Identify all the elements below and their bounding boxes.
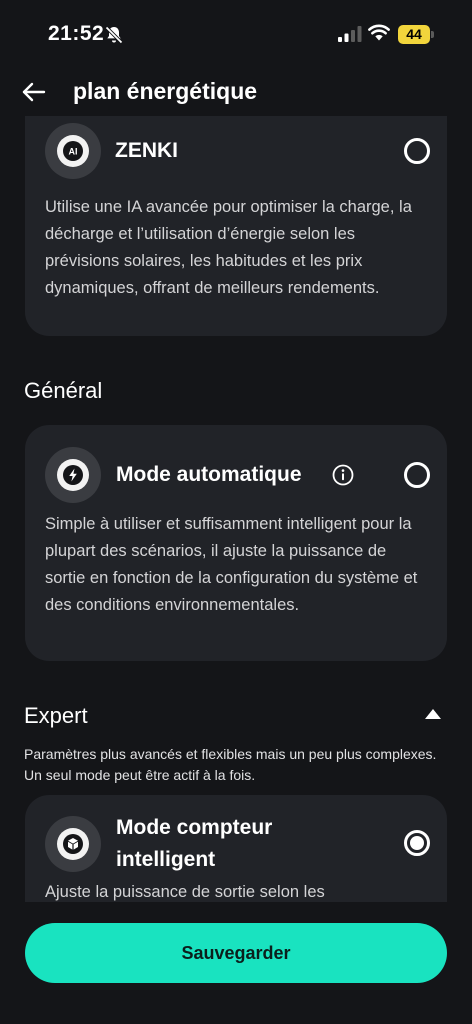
header: plan énergétique [0, 70, 472, 116]
plan-list[interactable]: AI ZENKI Utilise une IA avancée pour opt… [0, 116, 472, 902]
zenki-card[interactable]: AI ZENKI Utilise une IA avancée pour opt… [25, 116, 447, 336]
auto-mode-icon-badge [45, 447, 101, 503]
smart-meter-radio[interactable] [404, 830, 430, 856]
zenki-title: ZENKI [115, 139, 178, 162]
expert-section-title: Expert [24, 703, 88, 728]
battery-level: 44 [398, 25, 430, 44]
zenki-radio[interactable] [404, 138, 430, 164]
general-section-title: Général [24, 378, 103, 403]
back-arrow-icon[interactable] [20, 78, 48, 106]
smart-meter-title: Mode compteur intelligent [116, 816, 273, 871]
auto-mode-radio[interactable] [404, 462, 430, 488]
zenki-icon-badge: AI [45, 123, 101, 179]
smart-meter-card[interactable]: Mode compteur intelligent Ajuste la puis… [25, 795, 447, 902]
footer: Sauvegarder [0, 902, 472, 1024]
expert-description: Paramètres plus avancés et flexibles mai… [24, 746, 437, 783]
smart-meter-description: Ajuste la puissance de sortie selon les [45, 883, 325, 901]
auto-mode-title: Mode automatique [116, 463, 302, 486]
battery-tip [431, 31, 434, 38]
info-icon[interactable] [332, 464, 354, 486]
ai-icon-label: AI [69, 147, 78, 157]
lightning-icon [63, 465, 83, 485]
auto-mode-card[interactable]: Mode automatique Simple à utiliser et su… [25, 425, 447, 661]
auto-mode-description: Simple à utiliser et suffisamment intell… [45, 515, 418, 614]
wifi-icon [368, 24, 390, 41]
signal-icon [338, 26, 362, 42]
cube-icon [63, 834, 83, 854]
ai-chip-icon: AI [63, 141, 83, 161]
save-button[interactable]: Sauvegarder [25, 923, 447, 983]
smart-meter-icon-badge [45, 816, 101, 872]
bell-slash-icon [105, 26, 123, 44]
status-time: 21:52 [48, 22, 105, 45]
page-title: plan énergétique [73, 78, 258, 104]
status-bar: 21:52 44 [0, 0, 472, 70]
chevron-up-icon[interactable] [422, 706, 444, 722]
zenki-description: Utilise une IA avancée pour optimiser la… [45, 198, 412, 297]
